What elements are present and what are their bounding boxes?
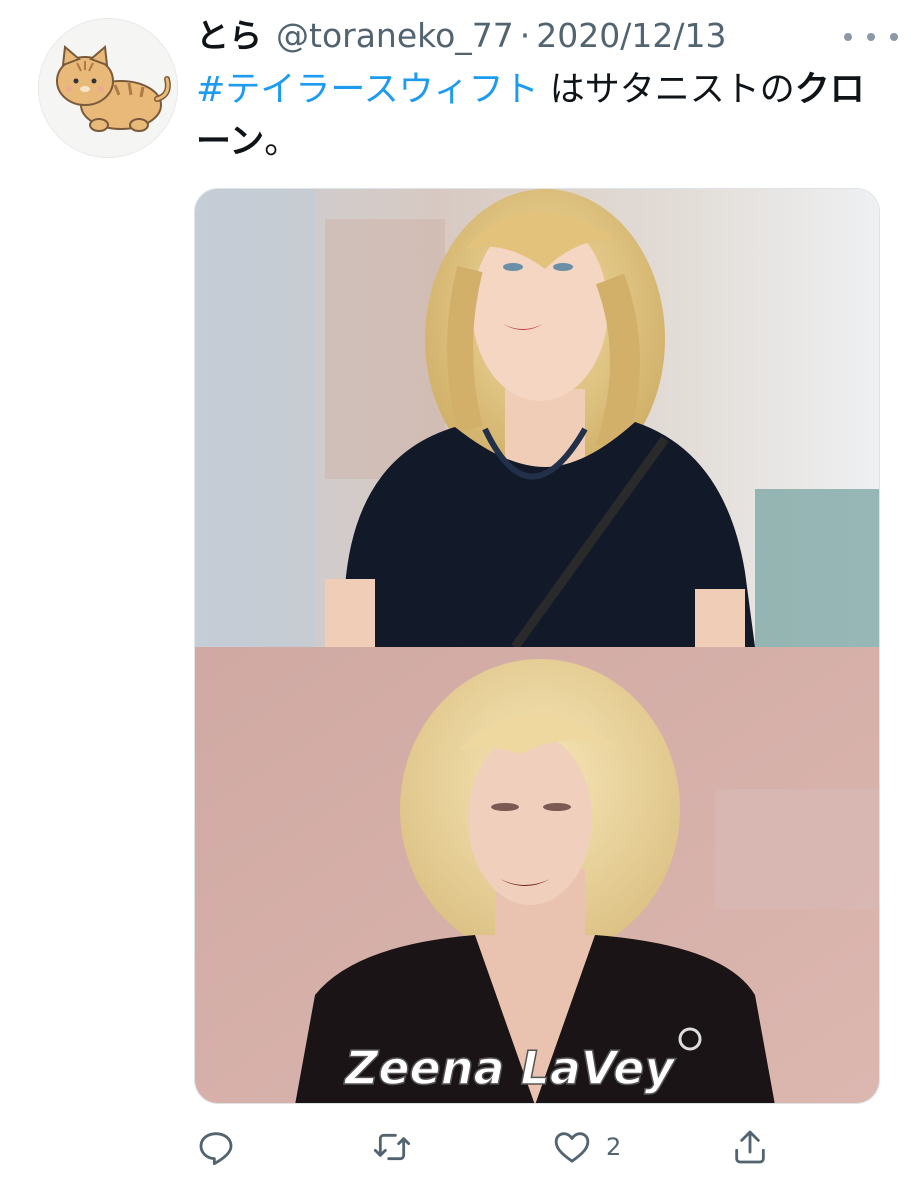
media-caption: Zeena LaVey	[343, 1041, 676, 1095]
hashtag-link[interactable]: #テイラースウィフト	[196, 70, 539, 110]
more-dot	[844, 33, 852, 41]
reply-icon	[199, 1132, 233, 1166]
reply-button[interactable]	[196, 1122, 236, 1172]
like-count: 2	[606, 1133, 622, 1161]
retweet-icon	[373, 1133, 411, 1161]
more-dot	[890, 33, 898, 41]
tweet-text-plain: はサタニストの	[538, 70, 795, 110]
tweet-header: とら @toraneko_77 · 2020/12/13	[196, 14, 726, 58]
more-options-icon[interactable]	[844, 22, 898, 52]
share-button[interactable]	[730, 1122, 770, 1172]
separator-dot: ·	[519, 16, 531, 55]
retweet-button[interactable]	[372, 1122, 412, 1172]
cat-avatar-icon	[39, 19, 177, 157]
tweet-text: #テイラースウィフト はサタニストのクローン。	[196, 64, 886, 168]
action-bar: 2	[0, 1122, 919, 1172]
avatar[interactable]	[38, 18, 178, 158]
heart-icon	[554, 1132, 590, 1163]
tweet-date[interactable]: 2020/12/13	[536, 14, 726, 58]
like-button[interactable]: 2	[552, 1122, 621, 1172]
tweet-media[interactable]: Zeena LaVey	[194, 188, 880, 1104]
tweet-text-end: 。	[264, 122, 300, 162]
photo-bottom[interactable]: Zeena LaVey	[195, 647, 880, 1104]
more-dot	[867, 33, 875, 41]
share-icon	[735, 1130, 765, 1164]
display-name[interactable]: とら	[196, 14, 262, 58]
user-handle[interactable]: @toraneko_77	[276, 14, 514, 58]
photo-top[interactable]	[195, 189, 880, 650]
